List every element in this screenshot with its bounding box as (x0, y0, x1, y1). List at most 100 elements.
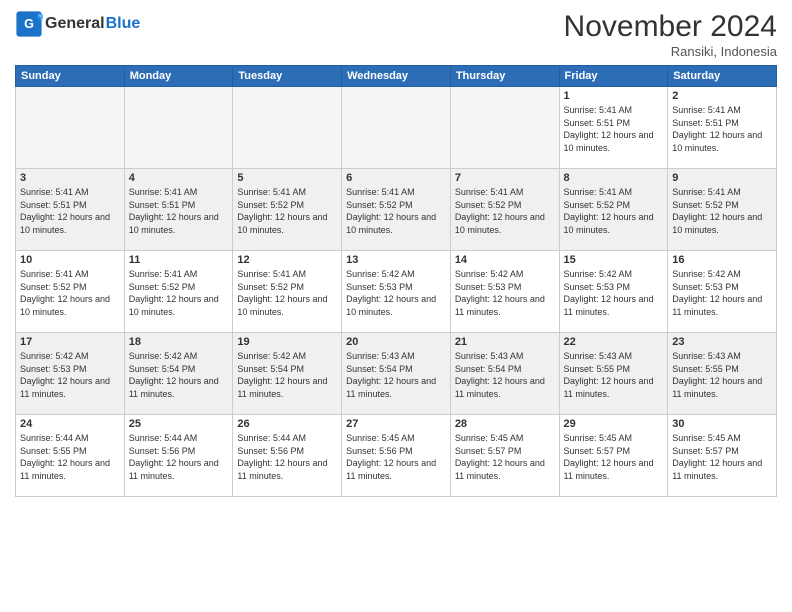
day-info: Sunrise: 5:44 AMSunset: 5:56 PMDaylight:… (129, 432, 229, 482)
day-number: 20 (346, 336, 446, 348)
day-number: 3 (20, 172, 120, 184)
header: G General Blue November 2024 Ransiki, In… (15, 10, 777, 59)
day-number: 22 (564, 336, 664, 348)
calendar-cell (233, 87, 342, 169)
day-number: 7 (455, 172, 555, 184)
logo-blue: Blue (106, 15, 141, 33)
logo-icon: G (15, 10, 43, 38)
week-row-5: 24Sunrise: 5:44 AMSunset: 5:55 PMDayligh… (16, 415, 777, 497)
calendar-cell: 24Sunrise: 5:44 AMSunset: 5:55 PMDayligh… (16, 415, 125, 497)
day-number: 4 (129, 172, 229, 184)
calendar-cell: 20 Sunrise: 5:43 AMSunset: 5:54 PMDayligh… (342, 333, 451, 415)
day-info: Sunrise: 5:44 AMSunset: 5:56 PMDaylight:… (237, 432, 337, 482)
calendar-cell: 13 Sunrise: 5:42 AMSunset: 5:53 PMDayligh… (342, 251, 451, 333)
calendar-cell: 19 Sunrise: 5:42 AMSunset: 5:54 PMDayligh… (233, 333, 342, 415)
day-number: 15 (564, 254, 664, 266)
weekday-header-wednesday: Wednesday (342, 66, 451, 87)
day-number: 12 (237, 254, 337, 266)
day-info: Sunrise: 5:41 AMSunset: 5:52 PMDaylight:… (455, 186, 555, 236)
day-number: 19 (237, 336, 337, 348)
month-title: November 2024 (564, 10, 777, 44)
calendar-cell: 4 Sunrise: 5:41 AMSunset: 5:51 PMDaylight… (124, 169, 233, 251)
calendar-cell: 7 Sunrise: 5:41 AMSunset: 5:52 PMDaylight… (450, 169, 559, 251)
day-info: Sunrise: 5:45 AMSunset: 5:57 PMDaylight:… (672, 432, 772, 482)
day-number: 6 (346, 172, 446, 184)
weekday-header-sunday: Sunday (16, 66, 125, 87)
calendar-cell: 18Sunrise: 5:42 AMSunset: 5:54 PMDayligh… (124, 333, 233, 415)
weekday-header-friday: Friday (559, 66, 668, 87)
calendar-cell (16, 87, 125, 169)
calendar-cell: 8 Sunrise: 5:41 AMSunset: 5:52 PMDaylight… (559, 169, 668, 251)
day-number: 2 (672, 90, 772, 102)
calendar-cell: 2 Sunrise: 5:41 AMSunset: 5:51 PMDaylight… (668, 87, 777, 169)
logo-general: General (45, 15, 105, 33)
day-number: 13 (346, 254, 446, 266)
calendar-cell: 27Sunrise: 5:45 AMSunset: 5:56 PMDayligh… (342, 415, 451, 497)
day-number: 25 (129, 418, 229, 430)
day-info: Sunrise: 5:41 AMSunset: 5:52 PMDaylight:… (346, 186, 446, 236)
day-number: 1 (564, 90, 664, 102)
calendar-cell: 16 Sunrise: 5:42 AMSunset: 5:53 PMDayligh… (668, 251, 777, 333)
calendar-cell: 11Sunrise: 5:41 AMSunset: 5:52 PMDayligh… (124, 251, 233, 333)
day-info: Sunrise: 5:41 AMSunset: 5:52 PMDaylight:… (20, 268, 120, 318)
week-row-3: 10Sunrise: 5:41 AMSunset: 5:52 PMDayligh… (16, 251, 777, 333)
day-number: 16 (672, 254, 772, 266)
day-info: Sunrise: 5:42 AMSunset: 5:53 PMDaylight:… (20, 350, 120, 400)
day-number: 18 (129, 336, 229, 348)
day-info: Sunrise: 5:43 AMSunset: 5:54 PMDaylight:… (455, 350, 555, 400)
day-info: Sunrise: 5:41 AMSunset: 5:51 PMDaylight:… (20, 186, 120, 236)
day-info: Sunrise: 5:43 AMSunset: 5:55 PMDaylight:… (564, 350, 664, 400)
day-info: Sunrise: 5:44 AMSunset: 5:55 PMDaylight:… (20, 432, 120, 482)
day-number: 29 (564, 418, 664, 430)
calendar-cell: 17 Sunrise: 5:42 AMSunset: 5:53 PMDayligh… (16, 333, 125, 415)
calendar-cell: 29Sunrise: 5:45 AMSunset: 5:57 PMDayligh… (559, 415, 668, 497)
calendar-cell (124, 87, 233, 169)
day-number: 8 (564, 172, 664, 184)
logo: G General Blue (15, 10, 140, 38)
day-number: 17 (20, 336, 120, 348)
weekday-header-monday: Monday (124, 66, 233, 87)
calendar-cell: 5Sunrise: 5:41 AMSunset: 5:52 PMDaylight… (233, 169, 342, 251)
day-info: Sunrise: 5:41 AMSunset: 5:52 PMDaylight:… (564, 186, 664, 236)
day-info: Sunrise: 5:41 AMSunset: 5:52 PMDaylight:… (672, 186, 772, 236)
calendar-cell: 21 Sunrise: 5:43 AMSunset: 5:54 PMDayligh… (450, 333, 559, 415)
calendar-cell: 3 Sunrise: 5:41 AMSunset: 5:51 PMDaylight… (16, 169, 125, 251)
day-number: 28 (455, 418, 555, 430)
week-row-1: 1 Sunrise: 5:41 AMSunset: 5:51 PMDaylight… (16, 87, 777, 169)
day-info: Sunrise: 5:42 AMSunset: 5:54 PMDaylight:… (237, 350, 337, 400)
calendar-cell: 10Sunrise: 5:41 AMSunset: 5:52 PMDayligh… (16, 251, 125, 333)
calendar-cell: 22 Sunrise: 5:43 AMSunset: 5:55 PMDayligh… (559, 333, 668, 415)
calendar-cell: 6 Sunrise: 5:41 AMSunset: 5:52 PMDaylight… (342, 169, 451, 251)
calendar-cell: 30Sunrise: 5:45 AMSunset: 5:57 PMDayligh… (668, 415, 777, 497)
calendar-cell: 9 Sunrise: 5:41 AMSunset: 5:52 PMDaylight… (668, 169, 777, 251)
calendar-cell: 25 Sunrise: 5:44 AMSunset: 5:56 PMDayligh… (124, 415, 233, 497)
location: Ransiki, Indonesia (564, 44, 777, 59)
day-info: Sunrise: 5:41 AMSunset: 5:51 PMDaylight:… (129, 186, 229, 236)
calendar-cell (342, 87, 451, 169)
day-number: 23 (672, 336, 772, 348)
day-info: Sunrise: 5:42 AMSunset: 5:53 PMDaylight:… (672, 268, 772, 318)
day-info: Sunrise: 5:45 AMSunset: 5:57 PMDaylight:… (455, 432, 555, 482)
day-info: Sunrise: 5:41 AMSunset: 5:52 PMDaylight:… (237, 186, 337, 236)
day-info: Sunrise: 5:43 AMSunset: 5:54 PMDaylight:… (346, 350, 446, 400)
calendar-cell: 28 Sunrise: 5:45 AMSunset: 5:57 PMDayligh… (450, 415, 559, 497)
day-info: Sunrise: 5:41 AMSunset: 5:51 PMDaylight:… (564, 104, 664, 154)
title-block: November 2024 Ransiki, Indonesia (564, 10, 777, 59)
calendar-cell: 26Sunrise: 5:44 AMSunset: 5:56 PMDayligh… (233, 415, 342, 497)
calendar-cell: 1 Sunrise: 5:41 AMSunset: 5:51 PMDaylight… (559, 87, 668, 169)
calendar-page: G General Blue November 2024 Ransiki, In… (0, 0, 792, 612)
day-info: Sunrise: 5:41 AMSunset: 5:51 PMDaylight:… (672, 104, 772, 154)
weekday-header-thursday: Thursday (450, 66, 559, 87)
day-info: Sunrise: 5:42 AMSunset: 5:53 PMDaylight:… (346, 268, 446, 318)
day-info: Sunrise: 5:41 AMSunset: 5:52 PMDaylight:… (237, 268, 337, 318)
day-number: 9 (672, 172, 772, 184)
day-info: Sunrise: 5:43 AMSunset: 5:55 PMDaylight:… (672, 350, 772, 400)
day-info: Sunrise: 5:42 AMSunset: 5:53 PMDaylight:… (564, 268, 664, 318)
day-number: 14 (455, 254, 555, 266)
weekday-header-row: SundayMondayTuesdayWednesdayThursdayFrid… (16, 66, 777, 87)
day-number: 21 (455, 336, 555, 348)
weekday-header-saturday: Saturday (668, 66, 777, 87)
calendar-table: SundayMondayTuesdayWednesdayThursdayFrid… (15, 65, 777, 497)
week-row-2: 3 Sunrise: 5:41 AMSunset: 5:51 PMDaylight… (16, 169, 777, 251)
calendar-cell: 12 Sunrise: 5:41 AMSunset: 5:52 PMDayligh… (233, 251, 342, 333)
